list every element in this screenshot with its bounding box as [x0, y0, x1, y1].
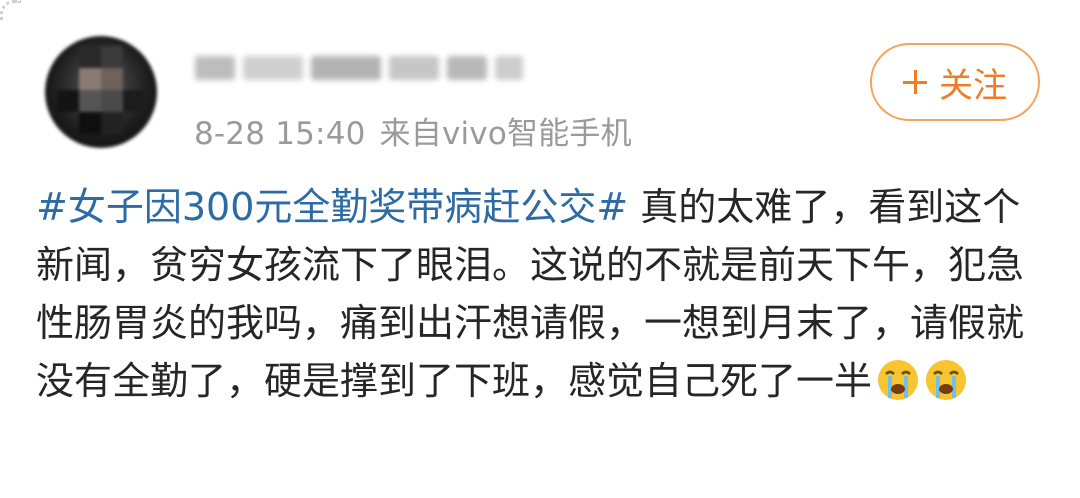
post-meta: 8-28 15:40 来自vivo智能手机 — [194, 108, 632, 153]
post-content: #女子因300元全勤奖带病赶公交# 真的太难了，看到这个新闻，贫穷女孩流下了眼泪… — [36, 178, 1046, 410]
post-timestamp: 8-28 15:40 — [194, 116, 366, 152]
avatar[interactable] — [45, 36, 157, 148]
hashtag-link[interactable]: #女子因300元全勤奖带病赶公交# — [36, 185, 628, 229]
follow-button-label: 关注 — [939, 65, 1007, 106]
corner-decoration — [0, 0, 21, 21]
plus-icon — [903, 70, 927, 94]
crying-face-icon — [926, 360, 967, 400]
follow-button[interactable]: 关注 — [870, 43, 1040, 121]
crying-face-icon — [878, 360, 919, 400]
post-source[interactable]: 来自vivo智能手机 — [380, 116, 632, 152]
username-blurred[interactable] — [195, 50, 525, 86]
